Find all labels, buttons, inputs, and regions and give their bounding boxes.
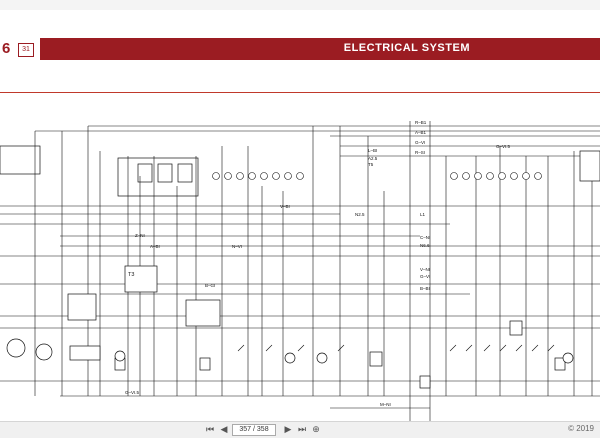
- svg-text:T3: T3: [128, 272, 134, 278]
- svg-text:G–VI: G–VI: [415, 140, 425, 145]
- first-page-icon[interactable]: ⏮: [204, 424, 216, 435]
- svg-text:A–BI: A–BI: [150, 244, 160, 249]
- viewer-toolbar: ⏮ ◀ 357 / 358 ▶ ⏭ ⊕ © 2019: [0, 421, 600, 438]
- svg-text:N6.6: N6.6: [420, 243, 430, 248]
- page-indicator[interactable]: 357 / 358: [232, 424, 276, 436]
- page-header: 6 31 ELECTRICAL SYSTEM: [0, 38, 600, 60]
- svg-text:Z–NI: Z–NI: [135, 233, 145, 238]
- svg-text:L–BI: L–BI: [368, 148, 377, 153]
- svg-text:L1: L1: [420, 212, 426, 217]
- svg-text:T5: T5: [368, 162, 374, 167]
- logo-sub: 31: [18, 43, 34, 57]
- page-title: ELECTRICAL SYSTEM: [343, 42, 470, 54]
- divider-line: [0, 92, 600, 93]
- svg-text:R–B1: R–B1: [415, 120, 427, 125]
- svg-text:V–NI: V–NI: [420, 267, 430, 272]
- svg-text:N2.5: N2.5: [355, 212, 365, 217]
- svg-text:B–BI: B–BI: [420, 286, 430, 291]
- next-page-icon[interactable]: ▶: [282, 424, 294, 435]
- svg-text:A–B1: A–B1: [415, 130, 427, 135]
- svg-text:C–NI: C–NI: [420, 235, 430, 240]
- svg-text:R–SI: R–SI: [415, 150, 425, 155]
- svg-text:G–VI.5: G–VI.5: [125, 390, 140, 395]
- prev-page-icon[interactable]: ◀: [218, 424, 230, 435]
- svg-text:G–VI.5: G–VI.5: [496, 144, 511, 149]
- zoom-icon[interactable]: ⊕: [310, 424, 322, 435]
- logo-number: 6: [2, 40, 11, 57]
- title-banner: ELECTRICAL SYSTEM: [40, 38, 600, 60]
- svg-text:N–VI: N–VI: [232, 244, 242, 249]
- svg-text:A2.5: A2.5: [368, 156, 378, 161]
- top-bar: [0, 0, 600, 10]
- footer-text: © 2019: [568, 424, 594, 433]
- wiring-diagram: R–B1 A–B1 G–VI R–SI L–BI A2.5 T5 G–VI.5 …: [0, 120, 600, 421]
- svg-text:G–VI: G–VI: [420, 274, 430, 279]
- last-page-icon[interactable]: ⏭: [296, 424, 308, 435]
- svg-text:M–NI: M–NI: [380, 402, 391, 407]
- section-logo: 6 31: [0, 38, 38, 60]
- svg-text:V–BI: V–BI: [280, 204, 290, 209]
- svg-text:B–GI: B–GI: [205, 283, 215, 288]
